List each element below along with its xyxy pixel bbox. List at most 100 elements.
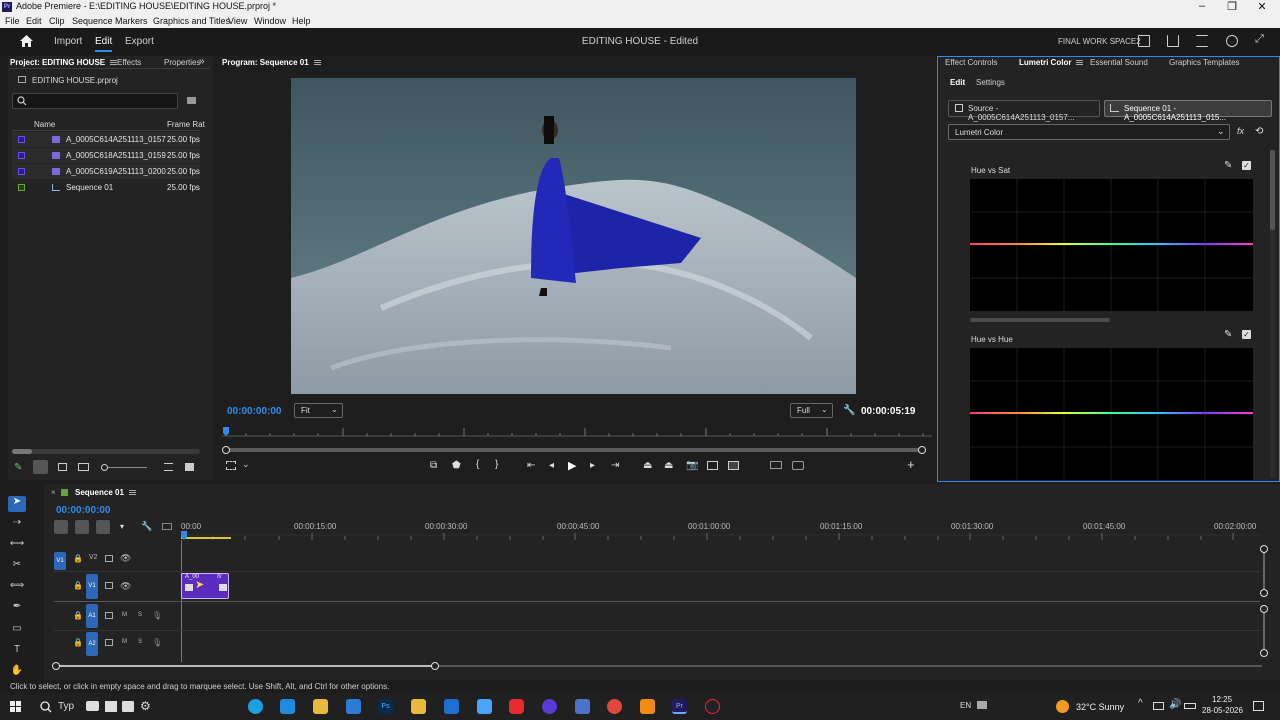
close-sequence-icon[interactable]: × bbox=[51, 488, 56, 497]
timeline-settings-icon[interactable]: 🔧 bbox=[141, 521, 152, 532]
step-back-icon[interactable]: ◂ bbox=[549, 460, 554, 471]
search-icon[interactable] bbox=[40, 701, 52, 713]
premiere-taskbar-icon[interactable]: Pr bbox=[672, 699, 687, 714]
column-frame-rate[interactable]: Frame Rat bbox=[167, 120, 205, 129]
lock-icon[interactable]: 🔒 bbox=[73, 638, 83, 647]
zoom-start-handle[interactable] bbox=[52, 662, 60, 670]
taskbar-search-text[interactable]: Typ bbox=[58, 701, 74, 712]
hue-vs-sat-curve[interactable] bbox=[970, 179, 1253, 311]
playhead-timecode[interactable]: 00:00:00:00 bbox=[227, 406, 281, 417]
workspace-label[interactable]: FINAL WORK SPACE2 bbox=[1058, 37, 1141, 46]
play-icon[interactable]: ▶ bbox=[568, 459, 576, 472]
keyboard-icon[interactable] bbox=[977, 701, 987, 709]
lock-icon[interactable]: 🔒 bbox=[73, 554, 83, 563]
vlc-icon[interactable] bbox=[640, 699, 655, 714]
project-item[interactable]: Sequence 01 25.00 fps bbox=[12, 180, 200, 195]
zoom-bar-start-handle[interactable] bbox=[222, 446, 230, 454]
youtube-icon[interactable] bbox=[509, 699, 524, 714]
home-icon[interactable] bbox=[20, 35, 33, 47]
close-icon[interactable]: ✕ bbox=[1252, 0, 1272, 13]
menu-graphics[interactable]: Graphics and Titles bbox=[153, 16, 230, 26]
notifications-icon[interactable] bbox=[1253, 701, 1264, 711]
pencil-icon[interactable]: ✎ bbox=[14, 462, 22, 473]
project-item[interactable]: A_0005C619A251113_0200 25.00 fps bbox=[12, 164, 200, 179]
scroll-handle[interactable] bbox=[1260, 605, 1268, 613]
zoom-slider-handle[interactable] bbox=[101, 464, 108, 471]
new-bin-icon[interactable] bbox=[187, 97, 196, 104]
eyedropper-icon[interactable]: ✎ bbox=[1224, 160, 1232, 171]
restore-icon[interactable]: ❐ bbox=[1222, 0, 1242, 13]
microphone-icon[interactable]: 🎙 bbox=[152, 611, 162, 620]
volume-icon[interactable]: 🔊 bbox=[1169, 699, 1181, 710]
enable-checkbox[interactable]: ✓ bbox=[1242, 330, 1251, 339]
zoom-bar-end-handle[interactable] bbox=[918, 446, 926, 454]
captions-icon[interactable] bbox=[162, 523, 172, 530]
video-frame[interactable] bbox=[291, 78, 856, 394]
photoshop-icon[interactable]: Ps bbox=[378, 699, 393, 714]
linked-selection-icon[interactable] bbox=[96, 520, 110, 534]
lock-icon[interactable]: 🔒 bbox=[73, 611, 83, 620]
scroll-handle[interactable] bbox=[1260, 649, 1268, 657]
windows-start-icon[interactable] bbox=[10, 701, 22, 713]
nest-icon[interactable] bbox=[54, 520, 68, 534]
vr-video-icon[interactable] bbox=[792, 461, 804, 470]
go-to-out-icon[interactable]: ⇥ bbox=[611, 460, 619, 471]
menu-view[interactable]: View bbox=[228, 16, 247, 26]
network-icon[interactable] bbox=[1153, 702, 1164, 710]
monitor-zoom-bar[interactable] bbox=[226, 448, 922, 452]
sequence-tab[interactable]: Sequence 01 - A_0005C614A251113_015... bbox=[1104, 100, 1272, 122]
minimize-icon[interactable]: – bbox=[1192, 0, 1212, 12]
mark-in-icon[interactable]: { bbox=[476, 459, 479, 470]
subtab-edit[interactable]: Edit bbox=[950, 78, 965, 87]
snap-icon[interactable] bbox=[75, 520, 89, 534]
app-icon[interactable] bbox=[477, 699, 492, 714]
razor-icon[interactable]: ✂ bbox=[8, 559, 26, 575]
eye-icon[interactable]: 👁 bbox=[120, 553, 131, 564]
panel-icon[interactable] bbox=[1138, 35, 1150, 47]
hue-vs-hue-curve[interactable] bbox=[970, 348, 1253, 480]
source-tab[interactable]: Source - A_0005C614A251113_0157... bbox=[948, 100, 1100, 122]
pen-tool-icon[interactable]: ✒ bbox=[8, 601, 26, 617]
solo-button[interactable]: S bbox=[138, 612, 142, 618]
tab-lumetri-color[interactable]: Lumetri Color bbox=[1019, 58, 1084, 67]
language-indicator[interactable]: EN bbox=[960, 701, 971, 710]
file-explorer-icon[interactable] bbox=[313, 699, 328, 714]
audio-tracks-scrollbar[interactable] bbox=[1263, 608, 1265, 654]
tab-properties[interactable]: Properties bbox=[164, 58, 200, 67]
track-label-v2[interactable]: V2 bbox=[89, 554, 98, 561]
tab-graphics-templates[interactable]: Graphics Templates bbox=[1169, 58, 1240, 67]
enable-checkbox[interactable]: ✓ bbox=[1242, 161, 1251, 170]
sync-lock-icon[interactable] bbox=[105, 582, 113, 589]
eye-icon[interactable]: 👁 bbox=[120, 581, 131, 592]
microphone-icon[interactable]: 🎙 bbox=[152, 638, 162, 647]
effect-dropdown[interactable]: Lumetri Color ⌄ bbox=[948, 124, 1230, 140]
comparison-view-icon[interactable] bbox=[707, 461, 718, 470]
slip-tool-icon[interactable]: ⟺ bbox=[8, 580, 26, 596]
battery-icon[interactable] bbox=[1184, 703, 1196, 709]
timeline-ruler[interactable] bbox=[181, 531, 1261, 541]
freeform-view-icon[interactable] bbox=[78, 463, 89, 471]
column-name[interactable]: Name bbox=[34, 120, 55, 129]
marker-icon[interactable]: ⬟ bbox=[452, 460, 461, 471]
menu-help[interactable]: Help bbox=[292, 16, 311, 26]
step-forward-icon[interactable]: ▸ bbox=[590, 460, 595, 471]
camera-icon[interactable]: 📷 bbox=[686, 460, 698, 471]
search-icon[interactable] bbox=[1226, 35, 1238, 47]
share-icon[interactable] bbox=[1167, 35, 1179, 47]
timeline-clip[interactable]: A_00 fx bbox=[181, 573, 229, 599]
clock-time[interactable]: 12:25 bbox=[1212, 695, 1232, 704]
ripple-edit-icon[interactable]: ⟷ bbox=[8, 538, 26, 554]
chrome-icon[interactable] bbox=[607, 699, 622, 714]
tab-project[interactable]: Project: EDITING HOUSE bbox=[10, 58, 118, 67]
timeline-zoom-range[interactable] bbox=[56, 665, 436, 667]
fx-icon[interactable]: fx bbox=[1237, 126, 1244, 136]
timeline-timecode[interactable]: 00:00:00:00 bbox=[56, 505, 110, 516]
scroll-handle[interactable] bbox=[1260, 589, 1268, 597]
scroll-handle[interactable] bbox=[1260, 545, 1268, 553]
proxy-icon[interactable] bbox=[770, 461, 782, 469]
track-select-icon[interactable]: ⇢ bbox=[8, 517, 26, 533]
selection-tool-icon[interactable]: ➤ bbox=[8, 496, 26, 512]
settings-icon[interactable]: ⚙ bbox=[140, 699, 151, 713]
wrench-icon[interactable]: 🔧 bbox=[843, 405, 855, 416]
icon-view-icon[interactable] bbox=[58, 463, 67, 471]
